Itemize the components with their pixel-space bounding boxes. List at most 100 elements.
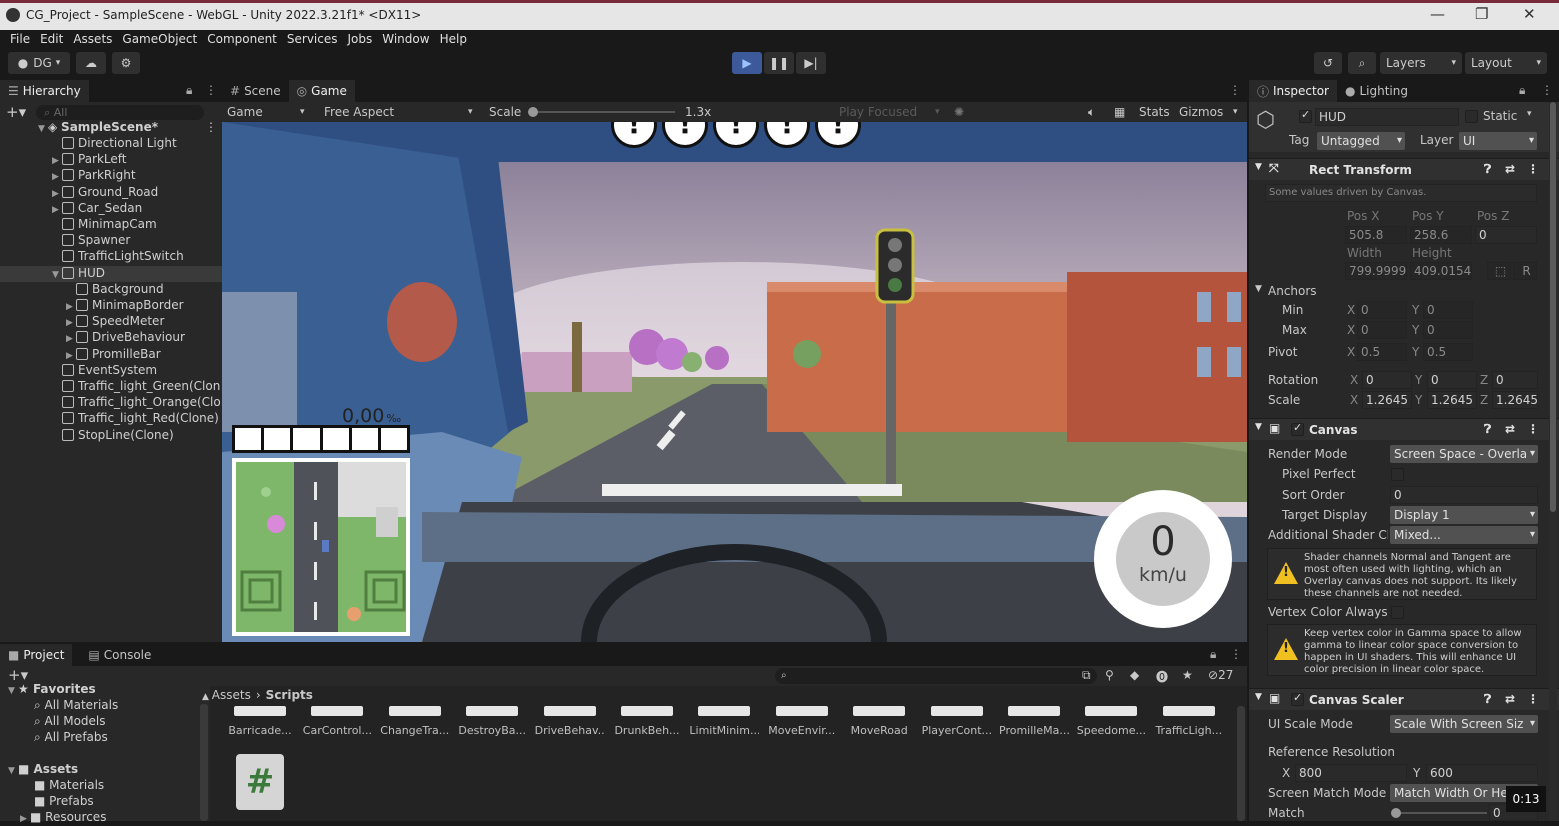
scale-x-field[interactable]: 1.2645 <box>1362 391 1412 409</box>
breadcrumb-scripts[interactable]: Scripts <box>266 688 313 702</box>
asset-scrollbar[interactable] <box>1237 706 1245 821</box>
expand-arrow-icon[interactable]: ▶ <box>52 189 62 199</box>
menu-file[interactable]: File <box>10 32 30 46</box>
hierarchy-search-input[interactable]: ⌕ All <box>36 104 205 120</box>
lock-icon[interactable]: 🔒︎ <box>186 83 192 98</box>
add-icon[interactable]: +▾ <box>6 103 26 121</box>
collapse-arrow-icon[interactable]: ▼ <box>1255 162 1262 172</box>
tag-dropdown[interactable]: Untagged <box>1317 132 1405 150</box>
script-asset[interactable]: DriveBehav... <box>535 706 605 737</box>
hierarchy-item[interactable]: ▼ HUD <box>0 265 222 282</box>
pivot-x-field[interactable]: 0.5 <box>1357 343 1407 361</box>
hierarchy-item[interactable]: StopLine(Clone) <box>0 428 222 444</box>
warning-filter-icon[interactable]: ⓿ <box>1156 668 1168 685</box>
scale-slider[interactable] <box>528 107 675 117</box>
stats-button[interactable]: Stats <box>1139 105 1170 119</box>
step-button[interactable]: ▶| <box>796 52 826 74</box>
more-icon[interactable]: ⋮ <box>1527 692 1539 706</box>
collapse-arrow-icon[interactable]: ▼ <box>1255 692 1262 702</box>
scale-y-field[interactable]: 1.2645 <box>1427 391 1477 409</box>
match-slider[interactable] <box>1391 808 1487 818</box>
aspect-dropdown[interactable]: Free Aspect <box>324 105 394 119</box>
preset-icon[interactable]: ⇄ <box>1505 692 1515 706</box>
script-asset[interactable]: DrunkBeh... <box>612 706 682 737</box>
project-search-input[interactable]: ⌕ <box>775 668 1097 684</box>
inspector-scrollbar[interactable] <box>1549 102 1557 821</box>
expand-arrow-icon[interactable]: ▼ <box>52 270 62 280</box>
hierarchy-item[interactable]: Background <box>0 282 222 298</box>
more-icon[interactable]: ⋮ <box>205 83 217 97</box>
collab-icon[interactable]: ⚙ <box>112 52 140 74</box>
tab-inspector[interactable]: ⓘ Inspector <box>1249 80 1337 102</box>
pos-y-field[interactable]: 258.6 <box>1410 226 1472 244</box>
pos-x-field[interactable]: 505.8 <box>1345 226 1407 244</box>
menu-jobs[interactable]: Jobs <box>348 32 373 46</box>
blueprint-icon[interactable]: ⬚ <box>1487 262 1511 280</box>
hierarchy-item[interactable]: Traffic_light_Orange(Clo <box>0 395 222 411</box>
tab-hierarchy[interactable]: ☰ Hierarchy <box>0 80 89 102</box>
reference-resolution-y-field[interactable]: 600 <box>1426 764 1538 782</box>
layers-dropdown[interactable]: Layers ▾ <box>1380 52 1462 74</box>
audio-icon[interactable]: 🔈︎ <box>1088 105 1095 120</box>
height-field[interactable]: 409.0154 <box>1410 262 1472 280</box>
gizmos-button[interactable]: Gizmos <box>1179 105 1223 119</box>
script-asset[interactable]: CarControl... <box>302 706 372 737</box>
menu-component[interactable]: Component <box>207 32 277 46</box>
hierarchy-item[interactable]: ▶ SpeedMeter <box>0 314 222 330</box>
help-icon[interactable]: ❓︎ <box>1484 422 1491 437</box>
hierarchy-item[interactable]: TrafficLightSwitch <box>0 249 222 265</box>
menu-assets[interactable]: Assets <box>73 32 112 46</box>
more-icon[interactable]: ⋮ <box>1230 647 1242 661</box>
hierarchy-item[interactable]: ▶ Ground_Road <box>0 185 222 201</box>
vertex-color-checkbox[interactable] <box>1391 606 1404 619</box>
expand-arrow-icon[interactable]: ▶ <box>66 351 76 361</box>
hierarchy-item[interactable]: ▶ ParkRight <box>0 168 222 184</box>
game-viewport[interactable]: !!!!! 0,00 ‰ 0 km/u <box>222 122 1247 642</box>
ui-scale-mode-dropdown[interactable]: Scale With Screen Siz <box>1390 715 1538 733</box>
hidden-count[interactable]: ⊘27 <box>1208 668 1233 682</box>
layout-dropdown[interactable]: Layout ▾ <box>1465 52 1547 74</box>
reference-resolution-x-field[interactable]: 800 <box>1295 764 1407 782</box>
hierarchy-item[interactable]: ▶ PromilleBar <box>0 347 222 363</box>
anchor-max-y-field[interactable]: 0 <box>1423 321 1473 339</box>
canvas-scaler-enabled-checkbox[interactable] <box>1291 691 1304 706</box>
display-dropdown[interactable]: Game <box>227 105 263 119</box>
account-button[interactable]: ● DG ▾ <box>8 52 70 74</box>
tree-scrollbar[interactable] <box>200 704 208 821</box>
sort-order-field[interactable]: 0 <box>1390 486 1538 504</box>
active-checkbox[interactable] <box>1299 108 1312 123</box>
star-icon[interactable]: ★ <box>1182 668 1193 682</box>
type-filter-icon[interactable]: ⚲ <box>1105 668 1114 682</box>
menu-edit[interactable]: Edit <box>40 32 63 46</box>
more-icon[interactable]: ⋮ <box>1527 422 1539 436</box>
hierarchy-item[interactable]: ▶ Car_Sedan <box>0 201 222 217</box>
expand-arrow-icon[interactable]: ▶ <box>52 156 62 166</box>
target-display-dropdown[interactable]: Display 1 <box>1390 506 1538 524</box>
scale-slider-thumb[interactable] <box>528 107 538 117</box>
asset-folder[interactable]: ■ Materials <box>0 778 222 794</box>
breadcrumb-assets[interactable]: Assets <box>212 688 251 702</box>
shader-channels-dropdown[interactable]: Mixed... <box>1390 526 1538 544</box>
width-field[interactable]: 799.9999 <box>1345 262 1407 280</box>
tab-project[interactable]: ■ Project <box>0 644 73 666</box>
scale-z-field[interactable]: 1.2645 <box>1492 391 1538 409</box>
hierarchy-item[interactable]: Spawner <box>0 233 222 249</box>
hierarchy-item[interactable]: MinimapCam <box>0 217 222 233</box>
pixel-perfect-checkbox[interactable] <box>1391 468 1404 481</box>
raw-edit-button[interactable]: R <box>1513 262 1537 280</box>
menu-services[interactable]: Services <box>287 32 338 46</box>
pause-button[interactable]: ❚❚ <box>764 52 794 74</box>
pivot-y-field[interactable]: 0.5 <box>1423 343 1473 361</box>
script-asset[interactable]: ChangeTra... <box>380 706 450 737</box>
more-icon[interactable]: ⋮ <box>1527 162 1539 176</box>
scene-root[interactable]: ▼ ◈ SampleScene* ⋮ <box>0 120 222 136</box>
tab-console[interactable]: ▤ Console <box>80 644 159 666</box>
history-icon[interactable]: ↺ <box>1314 52 1342 74</box>
help-icon[interactable]: ❓︎ <box>1484 162 1491 177</box>
favorite-item[interactable]: ⌕ All Materials <box>0 698 222 714</box>
script-asset[interactable]: PromilleMa... <box>999 706 1069 737</box>
script-asset[interactable]: DestroyBa... <box>457 706 527 737</box>
menu-window[interactable]: Window <box>382 32 429 46</box>
collapse-arrow-icon[interactable]: ▼ <box>1255 422 1262 432</box>
pos-z-field[interactable]: 0 <box>1475 226 1537 244</box>
